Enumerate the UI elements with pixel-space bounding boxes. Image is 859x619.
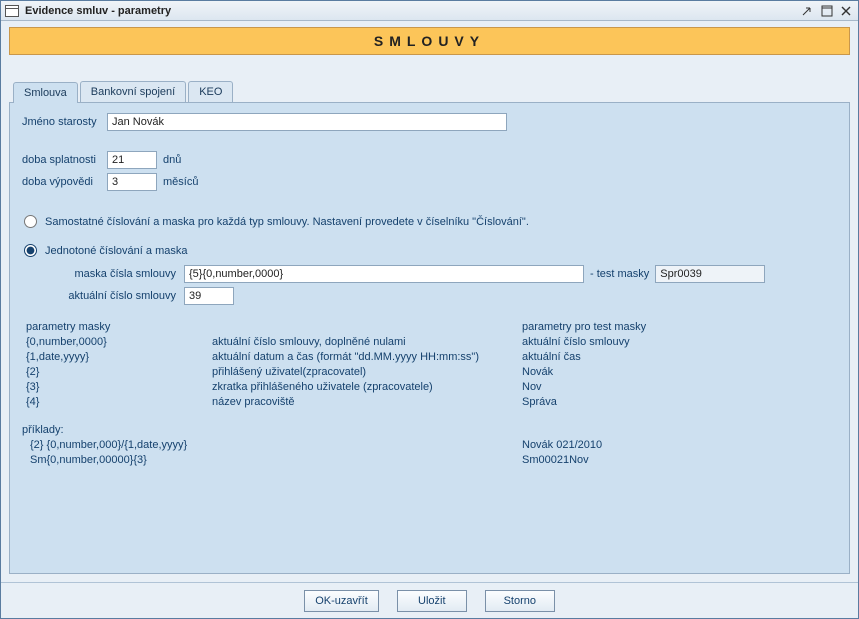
current-number-label: aktuální číslo smlouvy: [54, 290, 184, 302]
notice-unit: měsíců: [163, 176, 198, 188]
notice-input[interactable]: [107, 173, 157, 191]
mask-test-output: [655, 265, 765, 283]
tab-panel-smlouva: Jméno starosty doba splatnosti dnů doba …: [9, 102, 850, 574]
ok-close-button[interactable]: OK-uzavřít: [304, 590, 379, 612]
tab-keo[interactable]: KEO: [188, 81, 233, 102]
due-label: doba splatnosti: [22, 154, 107, 166]
params-header-right: parametry pro test masky: [522, 321, 837, 333]
radio-separate-label: Samostatné číslování a maska pro každá t…: [45, 216, 529, 228]
param-test: aktuální čas: [522, 351, 837, 363]
cancel-button[interactable]: Storno: [485, 590, 555, 612]
param-desc: přihlášený uživatel(zpracovatel): [212, 366, 522, 378]
param-desc: název pracoviště: [212, 396, 522, 408]
window-icon: [5, 5, 19, 17]
example-mask: Sm{0,number,00000}{3}: [22, 454, 522, 466]
dialog-footer: OK-uzavřít Uložit Storno: [1, 582, 858, 618]
param-desc: aktuální datum a čas (formát "dd.MM.yyyy…: [212, 351, 522, 363]
param-token: {4}: [22, 396, 212, 408]
mask-examples: příklady: {2} {0,number,000}/{1,date,yyy…: [22, 424, 837, 466]
tab-bankovni-spojeni[interactable]: Bankovní spojení: [80, 81, 186, 102]
mayor-input[interactable]: [107, 113, 507, 131]
param-desc: aktuální číslo smlouvy, doplněné nulami: [212, 336, 522, 348]
mask-label: maska čísla smlouvy: [54, 268, 184, 280]
content-area: SMLOUVY Smlouva Bankovní spojení KEO Jmé…: [1, 21, 858, 582]
param-token: {3}: [22, 381, 212, 393]
current-number-input[interactable]: [184, 287, 234, 305]
app-window: Evidence smluv - parametry SMLOUVY Smlou…: [0, 0, 859, 619]
radio-unified-label: Jednotoné číslování a maska: [45, 245, 187, 257]
param-token: {1,date,yyyy}: [22, 351, 212, 363]
mask-input[interactable]: [184, 265, 584, 283]
mask-params-table: parametry masky parametry pro test masky…: [22, 321, 837, 408]
example-result: Novák 021/2010: [522, 439, 837, 451]
param-token: {0,number,0000}: [22, 336, 212, 348]
window-title: Evidence smluv - parametry: [25, 5, 171, 17]
page-banner: SMLOUVY: [9, 27, 850, 55]
close-icon[interactable]: [838, 4, 854, 18]
due-input[interactable]: [107, 151, 157, 169]
tab-strip: Smlouva Bankovní spojení KEO: [9, 81, 850, 102]
params-header-left: parametry masky: [22, 321, 212, 333]
param-test: aktuální číslo smlouvy: [522, 336, 837, 348]
param-token: {2}: [22, 366, 212, 378]
mayor-label: Jméno starosty: [22, 116, 107, 128]
tab-smlouva[interactable]: Smlouva: [13, 82, 78, 103]
param-test: Novák: [522, 366, 837, 378]
examples-header: příklady:: [22, 424, 837, 436]
mask-test-label: - test masky: [590, 268, 649, 280]
example-mask: {2} {0,number,000}/{1,date,yyyy}: [22, 439, 522, 451]
radio-unified-numbering[interactable]: [24, 244, 37, 257]
minimize-icon[interactable]: [800, 4, 816, 18]
param-test: Nov: [522, 381, 837, 393]
save-button[interactable]: Uložit: [397, 590, 467, 612]
param-test: Správa: [522, 396, 837, 408]
due-unit: dnů: [163, 154, 181, 166]
notice-label: doba výpovědi: [22, 176, 107, 188]
example-result: Sm00021Nov: [522, 454, 837, 466]
tab-container: Smlouva Bankovní spojení KEO Jméno staro…: [9, 81, 850, 574]
maximize-icon[interactable]: [819, 4, 835, 18]
param-desc: zkratka přihlášeného uživatele (zpracova…: [212, 381, 522, 393]
title-bar: Evidence smluv - parametry: [1, 1, 858, 21]
radio-separate-numbering[interactable]: [24, 215, 37, 228]
